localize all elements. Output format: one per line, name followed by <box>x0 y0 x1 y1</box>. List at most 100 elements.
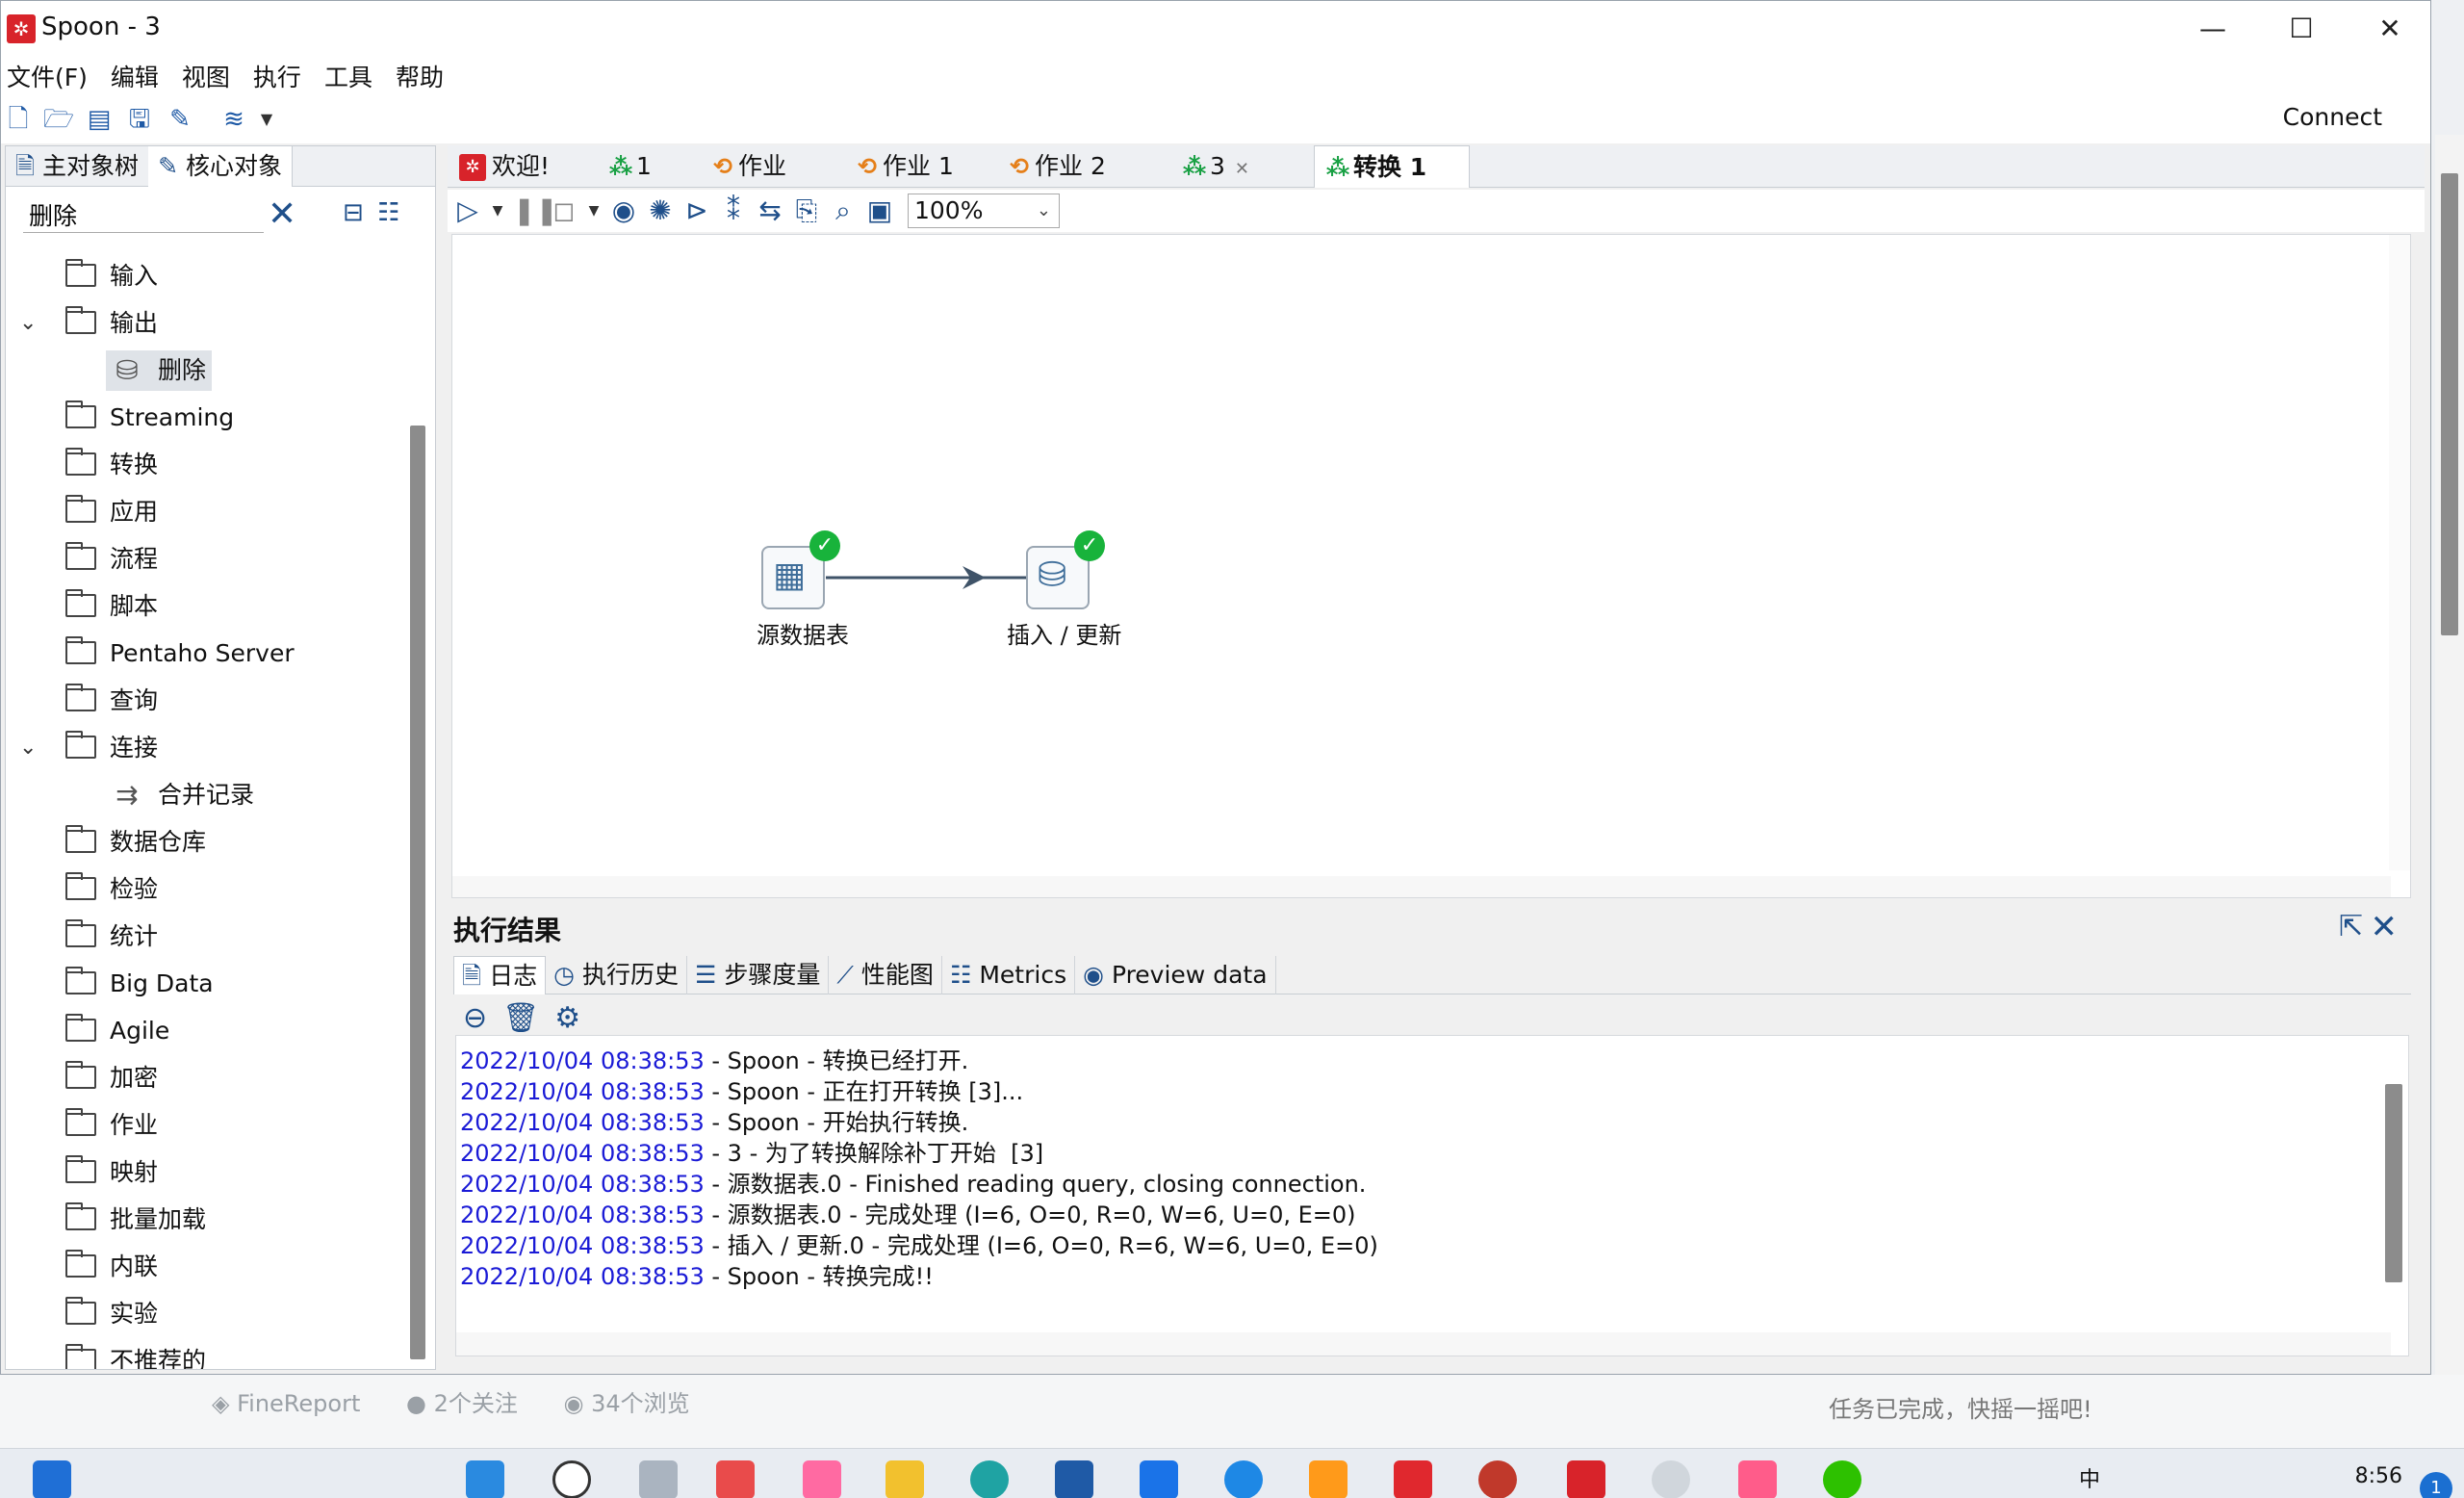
close-button[interactable]: ✕ <box>2346 1 2430 57</box>
left-panel-scrollbar[interactable] <box>410 426 425 1359</box>
app-icon[interactable] <box>1055 1460 1093 1498</box>
clear-log-icon[interactable]: 🗑 <box>502 1001 539 1035</box>
chevron-down-icon[interactable]: ⌄ <box>19 724 37 771</box>
save-as-icon[interactable]: ✎ <box>163 102 197 137</box>
tree-folder-item[interactable]: ⌄ 连接 <box>6 724 410 771</box>
tree-folder-item[interactable]: 不推荐的 <box>6 1337 410 1369</box>
tree-folder-item[interactable]: 脚本 <box>6 582 410 630</box>
canvas-vertical-scrollbar[interactable] <box>2389 235 2410 870</box>
new-file-icon[interactable]: 🗋 <box>1 102 36 137</box>
edge-browser-icon[interactable] <box>970 1460 1009 1498</box>
step-search-input[interactable] <box>23 196 264 233</box>
stop-icon[interactable]: ◻ <box>550 194 578 228</box>
verify-icon[interactable]: ⁑ <box>719 194 748 228</box>
tree-step-item[interactable]: ⛁ 删除 <box>6 347 410 394</box>
tab-preview-data[interactable]: ◉ Preview data <box>1075 955 1276 994</box>
stop-log-icon[interactable]: ⊖ <box>463 1001 487 1035</box>
tree-folder-item[interactable]: Streaming <box>6 394 410 441</box>
open-file-icon[interactable]: 🗁 <box>41 102 76 137</box>
menu-edit[interactable]: 编辑 <box>111 59 159 93</box>
step-source-table[interactable]: ▦ ✓ <box>761 530 840 609</box>
run-icon[interactable]: ▷ <box>453 194 482 228</box>
tree-folder-item[interactable]: 加密 <box>6 1054 410 1101</box>
folder-icon[interactable] <box>886 1460 924 1498</box>
tree-folder-item[interactable]: Agile <box>6 1007 410 1054</box>
search-icon[interactable] <box>552 1460 591 1498</box>
store-icon[interactable] <box>716 1460 755 1498</box>
log-output[interactable]: 2022/10/04 08:38:53 - Spoon - 转换已经打开. 202… <box>455 1035 2409 1356</box>
transformation-canvas[interactable]: ▦ ✓ 源数据表 ⛁ ✓ 插入 / 更新 <box>451 234 2411 898</box>
menu-run[interactable]: 执行 <box>253 59 301 93</box>
tree-folder-item[interactable]: 转换 <box>6 441 410 488</box>
menu-view[interactable]: 视图 <box>182 59 230 93</box>
stop-options-arrow-icon[interactable]: ▼ <box>586 194 602 228</box>
tree-folder-item[interactable]: 应用 <box>6 488 410 535</box>
sql-icon[interactable]: ⎘ <box>792 194 821 228</box>
tab-job-2[interactable]: ⟲ 作业 2 <box>996 145 1171 188</box>
app-icon[interactable] <box>1478 1460 1517 1498</box>
tree-folder-item[interactable]: Pentaho Server <box>6 630 410 677</box>
tab-transformation-1[interactable]: ⁂ 1 <box>598 145 698 188</box>
clear-search-icon[interactable]: ✕ <box>268 194 296 234</box>
app-icon[interactable] <box>1738 1460 1777 1498</box>
analyze-impact-icon[interactable]: ⇆ <box>756 194 784 228</box>
task-view-icon[interactable] <box>639 1460 678 1498</box>
zoom-select[interactable]: 100% ⌄ <box>908 194 1060 228</box>
tab-main-object-tree[interactable]: 🗎 主对象树 <box>6 146 148 187</box>
collapse-all-icon[interactable]: ☷ <box>377 198 399 227</box>
menu-help[interactable]: 帮助 <box>396 59 444 93</box>
explore-db-icon[interactable]: ⌕ <box>829 194 858 228</box>
start-icon[interactable] <box>33 1460 71 1498</box>
menu-tools[interactable]: 工具 <box>324 59 372 93</box>
tree-folder-item[interactable]: 内联 <box>6 1243 410 1290</box>
app-icon[interactable] <box>1224 1460 1263 1498</box>
app-icon[interactable] <box>1309 1460 1348 1498</box>
tab-transformation-3[interactable]: ⁂ 3 ✕ <box>1171 145 1283 188</box>
tree-folder-item[interactable]: ⌄ 输出 <box>6 299 410 347</box>
tree-folder-item[interactable]: 实验 <box>6 1290 410 1337</box>
tree-folder-item[interactable]: 作业 <box>6 1101 410 1149</box>
app-icon[interactable] <box>803 1460 841 1498</box>
replay-icon[interactable]: ⊳ <box>682 194 711 228</box>
log-vertical-scrollbar[interactable] <box>2385 1084 2402 1282</box>
tab-welcome[interactable]: ✲ 欢迎! <box>451 145 598 188</box>
tab-job[interactable]: ⟲ 作业 <box>700 145 844 188</box>
wps-icon[interactable] <box>1394 1460 1432 1498</box>
ime-indicator[interactable]: 中 <box>2079 1462 2100 1493</box>
tree-folder-item[interactable]: 输入 <box>6 252 410 299</box>
log-settings-icon[interactable]: ⚙ <box>554 1001 580 1035</box>
tree-step-item[interactable]: ⇉ 合并记录 <box>6 771 410 818</box>
canvas-horizontal-scrollbar[interactable] <box>452 876 2391 897</box>
tab-transformation-new-1[interactable]: ⁂ 转换 1 <box>1314 145 1470 188</box>
tree-folder-item[interactable]: 映射 <box>6 1149 410 1196</box>
log-horizontal-scrollbar[interactable] <box>456 1332 2391 1356</box>
connect-button[interactable]: Connect <box>2283 103 2382 131</box>
tab-core-objects[interactable]: ✎ 核心对象 <box>148 145 293 187</box>
tree-folder-item[interactable]: 查询 <box>6 677 410 724</box>
run-options-arrow-icon[interactable]: ▼ <box>490 194 505 228</box>
tree-folder-item[interactable]: 批量加载 <box>6 1196 410 1243</box>
windows-icon[interactable] <box>466 1460 504 1498</box>
step-insert-update[interactable]: ⛁ ✓ <box>1026 530 1105 609</box>
tree-folder-item[interactable]: 流程 <box>6 535 410 582</box>
tab-metrics[interactable]: ☷ Metrics <box>942 955 1076 994</box>
tree-folder-item[interactable]: 检验 <box>6 865 410 913</box>
show-results-icon[interactable]: ▣ <box>865 194 894 228</box>
wechat-icon[interactable] <box>1823 1460 1861 1498</box>
expand-all-icon[interactable]: ⊟ <box>343 198 364 227</box>
clock-time[interactable]: 8:56 <box>2355 1464 2402 1488</box>
app-icon[interactable] <box>1140 1460 1178 1498</box>
pause-icon[interactable]: ❚❚ <box>513 194 558 228</box>
tree-folder-item[interactable]: 统计 <box>6 913 410 960</box>
tab-execution-history[interactable]: ◷ 执行历史 <box>546 955 687 994</box>
notification-badge[interactable]: 1 <box>2420 1472 2452 1498</box>
layers-icon[interactable]: ≋ <box>217 102 251 137</box>
maximize-panel-icon[interactable]: ⇱ <box>2339 910 2363 943</box>
tree-folder-item[interactable]: 数据仓库 <box>6 818 410 865</box>
maximize-button[interactable]: ☐ <box>2257 1 2346 57</box>
browser-page-scrollbar[interactable] <box>2435 135 2464 1463</box>
tab-close-icon[interactable]: ✕ <box>1235 159 1249 179</box>
tab-step-metrics[interactable]: ☰ 步骤度量 <box>687 955 830 994</box>
save-icon[interactable]: 🖫 <box>122 102 157 137</box>
debug-icon[interactable]: ✺ <box>646 194 675 228</box>
